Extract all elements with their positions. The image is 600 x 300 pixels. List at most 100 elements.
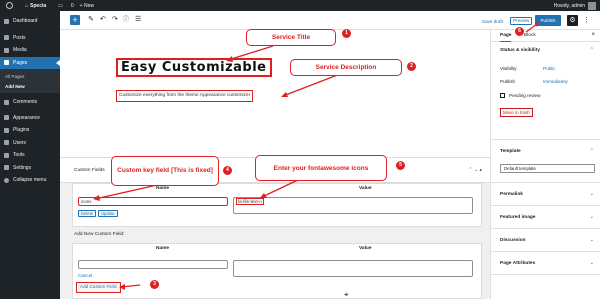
new-content-link[interactable]: + New [80, 3, 94, 9]
dashboard-icon [4, 18, 9, 24]
chevron-down-icon: ⌄ [589, 214, 594, 220]
pending-review-checkbox[interactable] [500, 93, 505, 98]
menu-label: Plugins [13, 127, 30, 134]
menu-media[interactable]: Media [0, 44, 60, 57]
collapse-icon [4, 177, 9, 183]
status-heading[interactable]: Status & visibility [500, 48, 540, 53]
name-column-header: Name [156, 246, 170, 251]
template-section: Template ⌃ Default template [491, 140, 600, 183]
chevron-down-icon: ⌄ [589, 191, 594, 197]
publish-value[interactable]: Immediately [543, 79, 568, 84]
menu-comments[interactable]: Comments [0, 96, 60, 109]
settings-gear-button[interactable]: ⚙ [567, 15, 578, 26]
menu-collapse[interactable]: Collapse menu [0, 174, 60, 187]
menu-plugins[interactable]: Plugins [0, 124, 60, 137]
wordpress-logo[interactable] [6, 2, 13, 9]
callout-number-2: 2 [407, 62, 416, 71]
more-options-icon[interactable]: ⋮ [583, 15, 590, 26]
site-name-link[interactable]: ⌂ Specia [19, 3, 46, 9]
panel-controls-icon[interactable]: ⌃ ⌄ ▴ [468, 167, 482, 173]
new-field-table: Name Value Cancel [72, 243, 482, 299]
gear-icon: ⚙ [569, 17, 576, 24]
add-new-field-heading: Add New Custom Field: [74, 232, 125, 237]
info-icon[interactable]: ⓘ [123, 15, 129, 25]
menu-appearance[interactable]: Appearance [0, 112, 60, 125]
chevron-up-icon[interactable]: ⌃ [590, 47, 594, 53]
page-description-block[interactable]: Customize everything from the theme Appe… [116, 90, 254, 102]
page-attributes-section[interactable]: Page Attributes ⌄ [491, 252, 600, 275]
menu-label: Media [13, 47, 27, 54]
discussion-section[interactable]: Discussion ⌄ [491, 229, 600, 252]
meta-key-input[interactable]: icons [78, 197, 228, 206]
menu-label: Collapse menu [13, 177, 47, 184]
menu-posts[interactable]: Posts [0, 32, 60, 45]
undo-icon[interactable]: ↶ [100, 15, 106, 25]
menu-label: Users [13, 139, 27, 146]
preview-button[interactable]: Preview [510, 17, 533, 25]
update-meta-button[interactable]: Update [98, 210, 118, 217]
comments-link[interactable]: ▭ 0 [52, 3, 74, 9]
menu-label: Comments [13, 99, 38, 106]
featured-image-section[interactable]: Featured image ⌄ [491, 206, 600, 229]
new-meta-value-textarea[interactable] [233, 260, 473, 277]
settings-icon [4, 165, 9, 171]
account-menu[interactable]: Howdy, admin [548, 1, 596, 10]
callout-fontawesome-icons: Enter your fontawesome icons [255, 155, 387, 181]
menu-settings[interactable]: Settings [0, 162, 60, 175]
redo-icon[interactable]: ↷ [112, 15, 118, 25]
list-view-icon[interactable]: ☰ [135, 15, 141, 25]
callout-number-1: 1 [342, 29, 351, 38]
comments-count: 0 [70, 2, 74, 9]
close-icon[interactable]: × [591, 32, 595, 38]
publish-label: Publish [500, 79, 516, 84]
greeting: Howdy, admin [553, 2, 585, 9]
move-to-trash-button[interactable]: Move to trash [500, 108, 533, 117]
publish-button[interactable]: Publish [535, 15, 561, 26]
home-icon: ⌂ [25, 2, 29, 9]
callout-number-5: 5 [396, 161, 405, 170]
custom-fields-table: Name Value icons Delete Update fa-file-t… [72, 183, 482, 227]
callout-number-3: 3 [150, 280, 159, 289]
delete-meta-button[interactable]: Delete [78, 210, 97, 217]
meta-value-text: fa-file-text-o [236, 198, 264, 205]
value-column-header: Value [359, 246, 372, 251]
tools-pencil-icon[interactable]: ✎ [88, 15, 94, 25]
callout-service-title: Service Title [246, 29, 336, 46]
visibility-value[interactable]: Public [543, 66, 556, 71]
plugin-icon [4, 127, 9, 133]
admin-sidebar: Dashboard Posts Media Pages All Pages Ad… [0, 11, 60, 299]
page-title[interactable]: Easy Customizable [116, 58, 272, 77]
meta-value-textarea[interactable]: fa-file-text-o [233, 197, 473, 214]
menu-tools[interactable]: Tools [0, 149, 60, 162]
menu-pages[interactable]: Pages [0, 56, 60, 69]
brush-icon [4, 115, 9, 121]
submenu-all-pages[interactable]: All Pages [0, 71, 60, 81]
menu-label: Settings [13, 164, 32, 171]
template-select[interactable]: Default template [500, 164, 595, 173]
page-attributes-heading: Page Attributes [500, 261, 536, 266]
visibility-label: Visibility [500, 66, 517, 71]
menu-users[interactable]: Users [0, 137, 60, 150]
submenu-add-new[interactable]: Add New [0, 81, 60, 91]
save-draft-button[interactable]: Save draft [482, 19, 503, 24]
cancel-link[interactable]: Cancel [78, 273, 92, 278]
add-block-button[interactable]: + [70, 15, 80, 25]
chevron-up-icon[interactable]: ⌃ [590, 148, 594, 154]
pending-review-label: Pending review [509, 93, 541, 98]
template-heading[interactable]: Template [500, 149, 521, 154]
callout-number-6: 6 [515, 27, 524, 36]
add-custom-field-button[interactable]: Add Custom Field [76, 282, 121, 293]
permalink-section[interactable]: Permalink ⌄ [491, 183, 600, 206]
menu-dashboard[interactable]: Dashboard [0, 15, 60, 28]
name-column-header: Name [156, 186, 170, 191]
new-meta-key-input[interactable] [78, 260, 228, 269]
avatar [588, 1, 596, 10]
pages-icon [4, 60, 9, 66]
wordpress-icon [6, 2, 13, 9]
tab-page[interactable]: Page [500, 33, 512, 42]
tab-block[interactable]: Block [524, 33, 536, 38]
settings-tabs: Page Block × [491, 30, 600, 42]
admin-bar: ⌂ Specia ▭ 0 + New Howdy, admin [0, 0, 600, 11]
menu-label: Dashboard [13, 18, 38, 25]
user-icon [4, 140, 9, 146]
